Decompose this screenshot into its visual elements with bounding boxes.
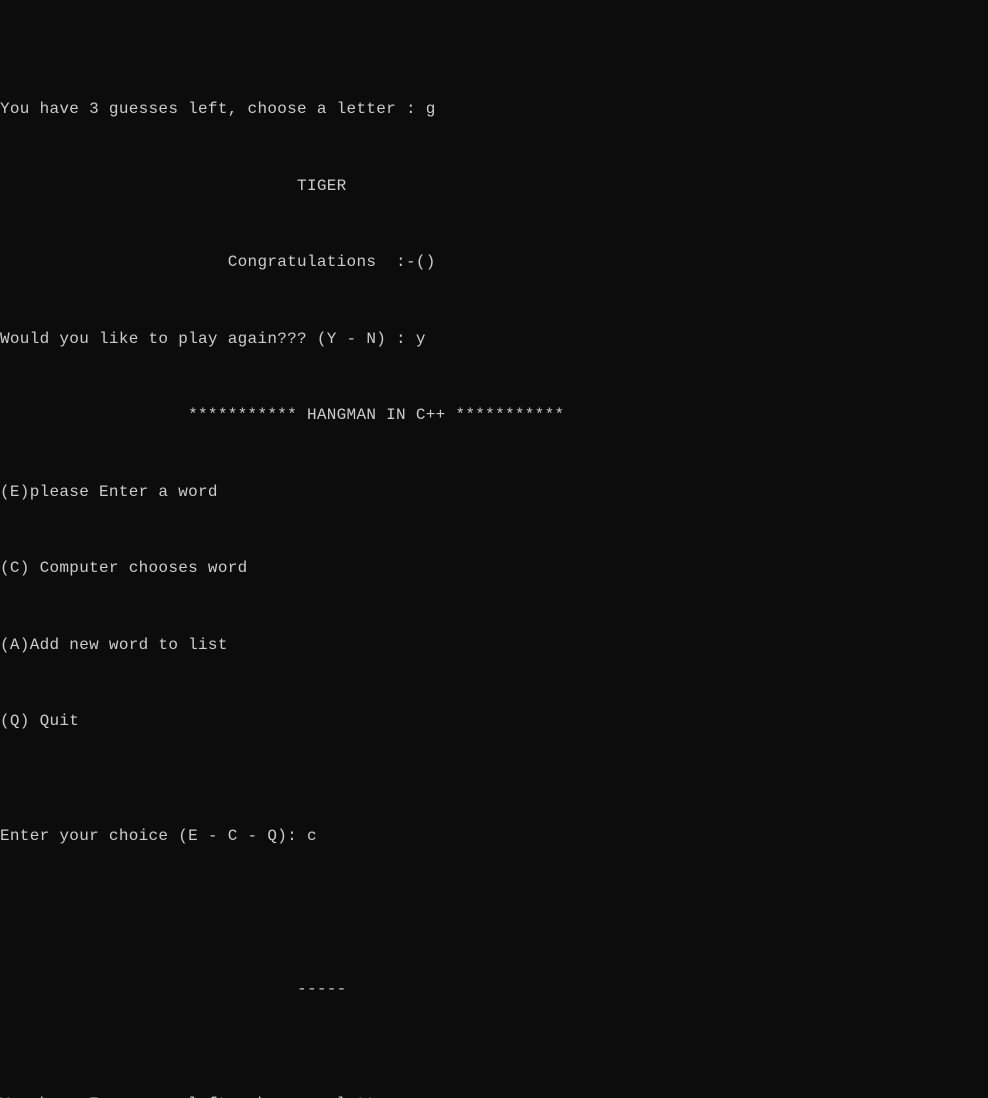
blank-line: [0, 368, 988, 387]
menu-option-a-line: (A)Add new word to list: [0, 636, 988, 655]
menu-option-q-line: (Q) Quit: [0, 712, 988, 731]
blank-line: [0, 291, 988, 310]
guess-prompt-text: You have 7 guesses left, choose a letter…: [0, 1095, 426, 1098]
letter-input[interactable]: [426, 1095, 446, 1098]
blank-line: [0, 751, 988, 770]
congratulations-line: Congratulations :-(): [0, 253, 988, 272]
blank-line: [0, 521, 988, 540]
blank-line: [0, 1019, 988, 1038]
blank-line: [0, 138, 988, 157]
blank-line: [0, 598, 988, 617]
menu-option-c-line: (C) Computer chooses word: [0, 559, 988, 578]
revealed-word-line: TIGER: [0, 177, 988, 196]
guess-prompt-line: You have 3 guesses left, choose a letter…: [0, 100, 988, 119]
blank-line: [0, 1057, 988, 1076]
word-blanks-line: -----: [0, 980, 988, 999]
menu-option-e-line: (E)please Enter a word: [0, 483, 988, 502]
current-guess-prompt-line[interactable]: You have 7 guesses left, choose a letter…: [0, 1095, 988, 1098]
blank-line: [0, 215, 988, 234]
title-banner-line: *********** HANGMAN IN C++ ***********: [0, 406, 988, 425]
blank-line: [0, 445, 988, 464]
blank-line: [0, 866, 988, 885]
choice-prompt-line: Enter your choice (E - C - Q): c: [0, 827, 988, 846]
terminal-output: You have 3 guesses left, choose a letter…: [0, 77, 988, 1098]
blank-line: [0, 674, 988, 693]
blank-line: [0, 789, 988, 808]
blank-line: [0, 942, 988, 961]
play-again-prompt-line: Would you like to play again??? (Y - N) …: [0, 330, 988, 349]
blank-line: [0, 904, 988, 923]
